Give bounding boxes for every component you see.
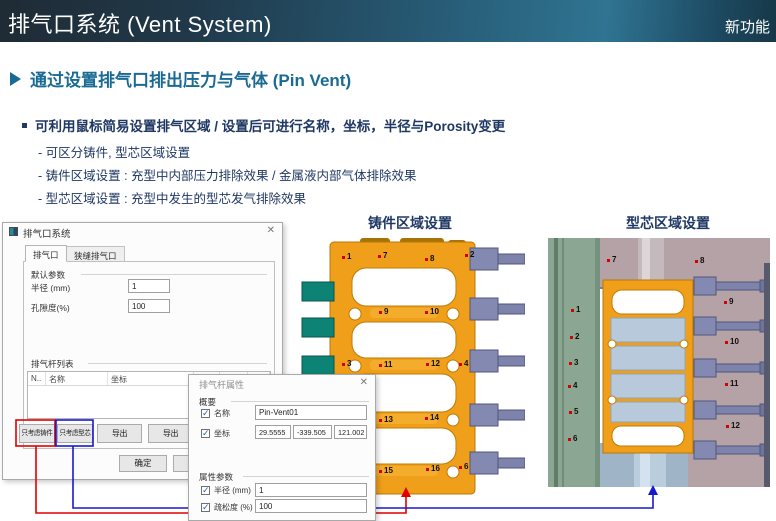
divider [243,476,369,477]
vent-point-marker-14: 14 [425,413,439,422]
vent-point-marker-7: 7 [378,251,387,260]
radius-input[interactable]: 1 [255,483,367,497]
default-params-section-label: 默认参数 [31,269,65,281]
porosity-label: 疏松度 (%) [214,502,253,513]
vent-point-marker-16: 16 [426,464,440,473]
consider-casting-only-button[interactable]: 只考虑铸件 [19,424,55,443]
chill-blocks [302,282,334,379]
vent-point-marker-12: 12 [726,421,740,430]
dialog-title: 排气口系统 [23,226,71,240]
slide-header: 排气口系统 (Vent System) 新功能 [0,0,776,42]
name-label: 名称 [214,408,230,419]
vent-point-marker-13: 13 [379,415,393,424]
dialog-title: 排气杆属性 [199,378,244,391]
vent-point-marker-1: 1 [342,252,351,261]
vent-point-marker-8: 8 [695,256,704,265]
new-feature-badge: 新功能 [725,16,770,37]
vent-point-marker-2: 2 [465,250,474,259]
vent-point-marker-15: 15 [379,466,393,475]
divider [81,274,267,275]
vent-point-marker-4: 4 [459,359,468,368]
coord-x-input[interactable]: 29.5555 [255,425,291,439]
divider [88,363,267,364]
radius-checkbox-row: 半径 (mm) [201,485,251,496]
col-name: 名称 [46,372,108,385]
ok-button[interactable]: 确定 [119,455,167,472]
col-coord: 坐标 [108,372,194,385]
vent-point-marker-10: 10 [725,337,739,346]
porosity-input[interactable]: 100 [255,499,367,513]
vent-point-marker-9: 9 [724,297,733,306]
vent-point-marker-6: 6 [459,462,468,471]
dialog-titlebar[interactable]: 排气口系统 ✕ [3,223,282,240]
coord-checkbox[interactable] [201,429,210,438]
coord-label: 坐标 [214,428,230,439]
export-button-1[interactable]: 导出 [97,424,142,443]
section-heading: 通过设置排气口排出压力与气体 (Pin Vent) [10,66,351,91]
dialog-titlebar[interactable]: 排气杆属性 ✕ [189,375,375,392]
name-checkbox[interactable] [201,409,210,418]
bullet-sub-2: - 铸件区域设置 : 充型中内部压力排除效果 / 金属液内部气体排除效果 [38,165,416,184]
radius-input[interactable]: 1 [128,279,170,293]
coord-checkbox-row: 坐标 [201,428,230,439]
divider [231,401,369,402]
consider-core-only-button[interactable]: 只考虑型芯 [57,424,93,443]
property-params-section-label: 属性参数 [199,471,233,483]
arrow-right-icon [10,72,21,86]
bullet-sub-3: - 型芯区域设置 : 充型中发生的型芯发气排除效果 [38,188,306,207]
vent-point-marker-7: 7 [607,255,616,264]
vent-point-marker-12: 12 [426,359,440,368]
vent-point-marker-2: 2 [570,332,579,341]
vent-point-marker-6: 6 [568,434,577,443]
pin-vents-right [470,248,525,474]
vent-point-marker-5: 5 [569,407,578,416]
coord-y-input[interactable]: -339.505 [293,425,332,439]
vent-point-marker-10: 10 [425,307,439,316]
radius-label: 半径 (mm) [31,282,70,294]
vent-point-marker-3: 3 [569,358,578,367]
tab-slit-vent[interactable]: 狭缝排气口 [66,246,125,262]
tab-pin-vent[interactable]: 排气口 [25,245,67,262]
vent-point-marker-1: 1 [571,305,580,314]
caption-core-region: 型芯区域设置 [558,213,776,233]
export-button-2[interactable]: 导出 [148,424,193,443]
vent-point-marker-11: 11 [379,360,392,369]
core-model-graphic [548,238,770,487]
slide-canvas: { "header": { "title": "排气口系统 (Vent Syst… [0,0,776,521]
page-title: 排气口系统 (Vent System) [8,7,272,39]
bullet-main-text: 可利用鼠标简易设置排气区域 / 设置后可进行名称，坐标，半径与Porosity变… [35,115,505,135]
vent-pin-property-dialog: 排气杆属性 ✕ 概要 名称 Pin-Vent01 坐标 29.5555 -339… [188,374,376,521]
section-heading-text: 通过设置排气口排出压力与气体 (Pin Vent) [30,66,351,91]
core-region-3d-view[interactable]: 781234569101112 [548,238,770,487]
porosity-checkbox-row: 疏松度 (%) [201,502,253,513]
vent-point-marker-11: 11 [725,379,738,388]
app-icon [9,227,18,236]
vent-list-section-label: 排气杆列表 [31,358,74,370]
col-no: N.. [28,372,46,385]
vent-point-marker-9: 9 [379,307,388,316]
porosity-checkbox[interactable] [201,503,210,512]
summary-section-label: 概要 [199,396,216,408]
name-checkbox-row: 名称 [201,408,230,419]
porosity-label: 孔隙度(%) [31,302,70,314]
vent-point-marker-8: 8 [425,254,434,263]
caption-casting-region: 铸件区域设置 [300,213,520,233]
square-bullet-icon [22,123,27,128]
porosity-input[interactable]: 100 [128,299,170,313]
coord-z-input[interactable]: 121.002 [334,425,367,439]
radius-label: 半径 (mm) [214,485,251,496]
name-input[interactable]: Pin-Vent01 [255,405,367,420]
bullet-main: 可利用鼠标简易设置排气区域 / 设置后可进行名称，坐标，半径与Porosity变… [22,115,505,135]
vent-point-marker-4: 4 [568,381,577,390]
close-icon[interactable]: ✕ [267,225,275,237]
vent-point-marker-3: 3 [342,359,351,368]
bullet-sub-1: - 可区分铸件, 型芯区域设置 [38,142,190,161]
radius-checkbox[interactable] [201,486,210,495]
close-icon[interactable]: ✕ [360,377,368,389]
